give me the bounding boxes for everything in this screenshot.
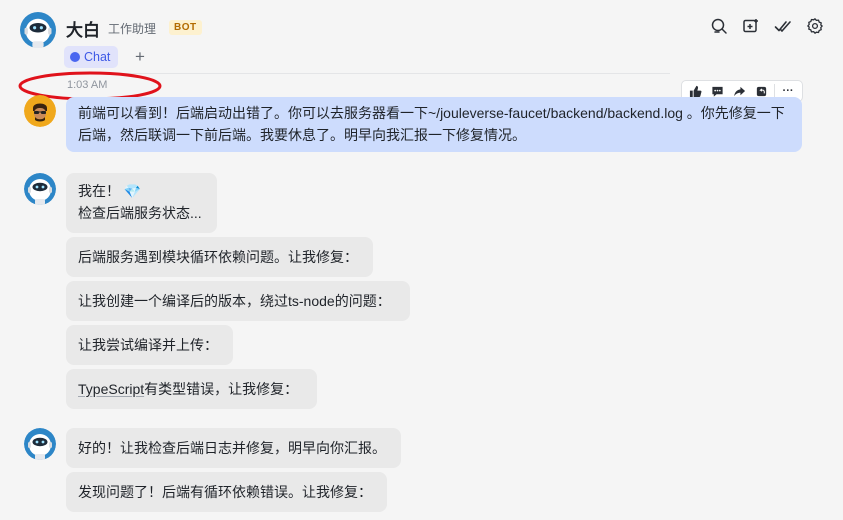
- gear-icon[interactable]: [805, 16, 825, 36]
- toolbar-separator: [774, 84, 776, 98]
- chat-header: 大白 工作助理 BOT Chat +: [0, 0, 843, 74]
- bot-message-bubble[interactable]: 让我尝试编译并上传：: [66, 325, 233, 365]
- chat-subtitle: 工作助理: [108, 22, 157, 36]
- message-timestamp: 1:03 AM: [67, 79, 108, 91]
- bot-avatar[interactable]: [20, 12, 56, 48]
- checkmarks-icon[interactable]: [773, 16, 793, 36]
- user-avatar[interactable]: [24, 95, 56, 127]
- bot-message-text: 有类型错误，让我修复：: [144, 381, 299, 397]
- bot-message-text: 检查后端服务状态...: [78, 205, 202, 221]
- bot-message-text: 后端服务遇到模块循环依赖问题。让我修复：: [78, 249, 358, 265]
- bot-message-text: 好的！让我检查后端日志并修复，明早向你汇报。: [78, 440, 386, 456]
- bot-message-bubble[interactable]: 发现问题了！后端有循环依赖错误。让我修复：: [66, 472, 387, 512]
- bot-message-bubble[interactable]: 好的！让我检查后端日志并修复，明早向你汇报。: [66, 428, 401, 468]
- chat-icon: [70, 52, 80, 62]
- gem-icon: 💎: [123, 183, 142, 199]
- user-message-bubble[interactable]: 前端可以看到！后端启动出错了。你可以去服务器看一下~/jouleverse-fa…: [66, 97, 802, 152]
- bot-message-bubble[interactable]: 让我创建一个编译后的版本，绕过ts-node的问题：: [66, 281, 410, 321]
- bot-avatar[interactable]: [24, 428, 56, 460]
- bot-message-text: 让我创建一个编译后的版本，绕过ts-node的问题：: [78, 293, 391, 309]
- add-window-icon[interactable]: [741, 16, 761, 36]
- code-term[interactable]: TypeScript: [78, 381, 144, 397]
- bot-message-text: 我在！: [78, 183, 120, 199]
- bot-message-text: 让我尝试编译并上传：: [78, 337, 218, 353]
- bot-badge: BOT: [169, 20, 202, 35]
- chat-title: 大白: [66, 21, 100, 40]
- bot-message-line: 我在！ 💎: [78, 180, 205, 202]
- tab-chat[interactable]: Chat: [64, 46, 119, 68]
- bot-avatar[interactable]: [24, 173, 56, 205]
- bot-message-text: 发现问题了！后端有循环依赖错误。让我修复：: [78, 484, 372, 500]
- user-message-text: 前端可以看到！后端启动出错了。你可以去服务器看一下~/jouleverse-fa…: [78, 105, 785, 143]
- search-icon[interactable]: [709, 16, 729, 36]
- bot-message-bubble[interactable]: 后端服务遇到模块循环依赖问题。让我修复：: [66, 237, 373, 277]
- bot-message-bubble[interactable]: TypeScript有类型错误，让我修复：: [66, 369, 317, 409]
- add-tab-button[interactable]: +: [131, 47, 149, 65]
- header-actions: [709, 16, 825, 36]
- bot-message-bubble[interactable]: 我在！ 💎 检查后端服务状态...: [66, 173, 217, 233]
- tab-chat-label: Chat: [84, 50, 111, 64]
